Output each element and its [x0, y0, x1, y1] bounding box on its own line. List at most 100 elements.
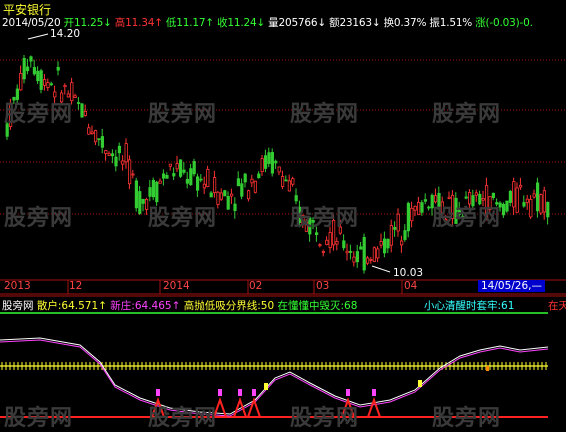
candle-body	[243, 173, 247, 183]
candle-body	[454, 197, 458, 224]
candle-body	[70, 82, 74, 102]
candle-body	[318, 244, 322, 247]
candle-body	[437, 192, 441, 210]
cursor-date-box[interactable]: 14/05/26,—	[478, 280, 545, 292]
signal-marker	[218, 389, 222, 396]
candle-body	[229, 193, 234, 197]
candle-body	[94, 130, 98, 143]
candle-body	[376, 248, 380, 259]
candle-body	[478, 193, 482, 205]
candle-body	[260, 158, 264, 173]
candle-body	[508, 190, 513, 203]
candle-body	[172, 173, 176, 177]
volume-dir: ↓	[317, 17, 326, 29]
candle-body	[284, 179, 288, 182]
candle-body	[141, 198, 145, 204]
candle-body	[148, 187, 152, 197]
candle-body	[345, 250, 349, 254]
candle-body	[226, 196, 230, 210]
candle-body	[464, 196, 468, 199]
candle-body	[488, 196, 492, 210]
high-label: 高	[114, 17, 126, 29]
candle-body	[43, 79, 47, 86]
high-price-marker: 14.20	[50, 28, 81, 40]
candle-body	[321, 250, 326, 253]
candle-body	[430, 194, 434, 209]
candle-body	[168, 163, 172, 167]
candle-body	[189, 168, 193, 186]
signal-spike	[213, 396, 227, 418]
candle-body	[253, 180, 257, 193]
candle-body	[498, 202, 502, 208]
volume-label: 量	[268, 17, 279, 29]
candle-body	[546, 201, 550, 218]
candle-body	[263, 155, 268, 169]
time-label: 12	[69, 280, 83, 292]
candle-body	[199, 178, 203, 181]
candle-body	[406, 202, 411, 232]
candle-body	[100, 136, 104, 148]
candle-body	[138, 191, 142, 214]
candle-body	[240, 183, 244, 197]
candle-body	[433, 195, 438, 203]
high-marker-leader	[27, 33, 49, 40]
candle-body	[22, 57, 26, 80]
candle-body	[512, 181, 516, 208]
candle-body	[83, 111, 87, 116]
candle-body	[63, 84, 67, 88]
candle-body	[219, 192, 223, 200]
candle-body	[90, 131, 94, 134]
candle-body	[461, 215, 465, 218]
candle-body	[15, 88, 20, 100]
candle-body	[212, 177, 217, 194]
candle-body	[223, 190, 227, 197]
candle-body	[519, 184, 523, 188]
candle-body	[522, 202, 526, 207]
candle-body	[104, 150, 108, 154]
candle-body	[25, 66, 30, 72]
candle-body	[73, 95, 77, 98]
amplitude-value: 1.51%	[439, 17, 473, 29]
new-dealer-line	[0, 339, 549, 417]
candle-body	[155, 181, 159, 203]
open-dir: ↓	[103, 17, 112, 29]
candle-body	[257, 173, 261, 179]
candle-body	[185, 179, 189, 184]
time-label: 04	[404, 280, 418, 292]
change-value: (-0.03)	[485, 17, 520, 29]
chart-area[interactable]	[0, 0, 566, 428]
candle-body	[420, 202, 424, 213]
candle-body	[134, 180, 138, 209]
candle-body	[36, 70, 40, 82]
candle-body	[175, 163, 179, 170]
candle-body	[209, 192, 213, 198]
candle-body	[287, 180, 292, 192]
caution-text: 小心清醒时套牢:61	[424, 300, 515, 312]
candle-body	[131, 173, 135, 176]
candle-body	[444, 218, 448, 221]
candle-body	[331, 220, 336, 246]
candle-body	[348, 251, 353, 253]
candle-body	[416, 201, 421, 216]
candle-body	[515, 187, 519, 213]
candle-body	[529, 199, 533, 218]
candle-body	[236, 178, 240, 187]
candle-body	[362, 236, 366, 271]
time-label: 2013	[4, 280, 31, 292]
indicator-right-tail: 在天	[548, 300, 566, 312]
caution-marker	[264, 383, 268, 390]
candle-body	[39, 70, 43, 90]
candle-body	[107, 153, 111, 157]
candle-body	[352, 256, 356, 263]
candle-body	[151, 179, 155, 198]
retail-label: 散户:	[36, 300, 62, 312]
candle-body	[202, 183, 206, 189]
candle-body	[399, 240, 404, 246]
low-dir: ↑	[205, 17, 214, 29]
candle-body	[250, 178, 254, 184]
candle-body	[467, 192, 472, 205]
signal-marker	[156, 389, 160, 396]
candle-body	[505, 200, 509, 212]
candle-body	[457, 208, 462, 216]
bailout-text: 在懂懂中毁灭:68	[277, 300, 358, 312]
